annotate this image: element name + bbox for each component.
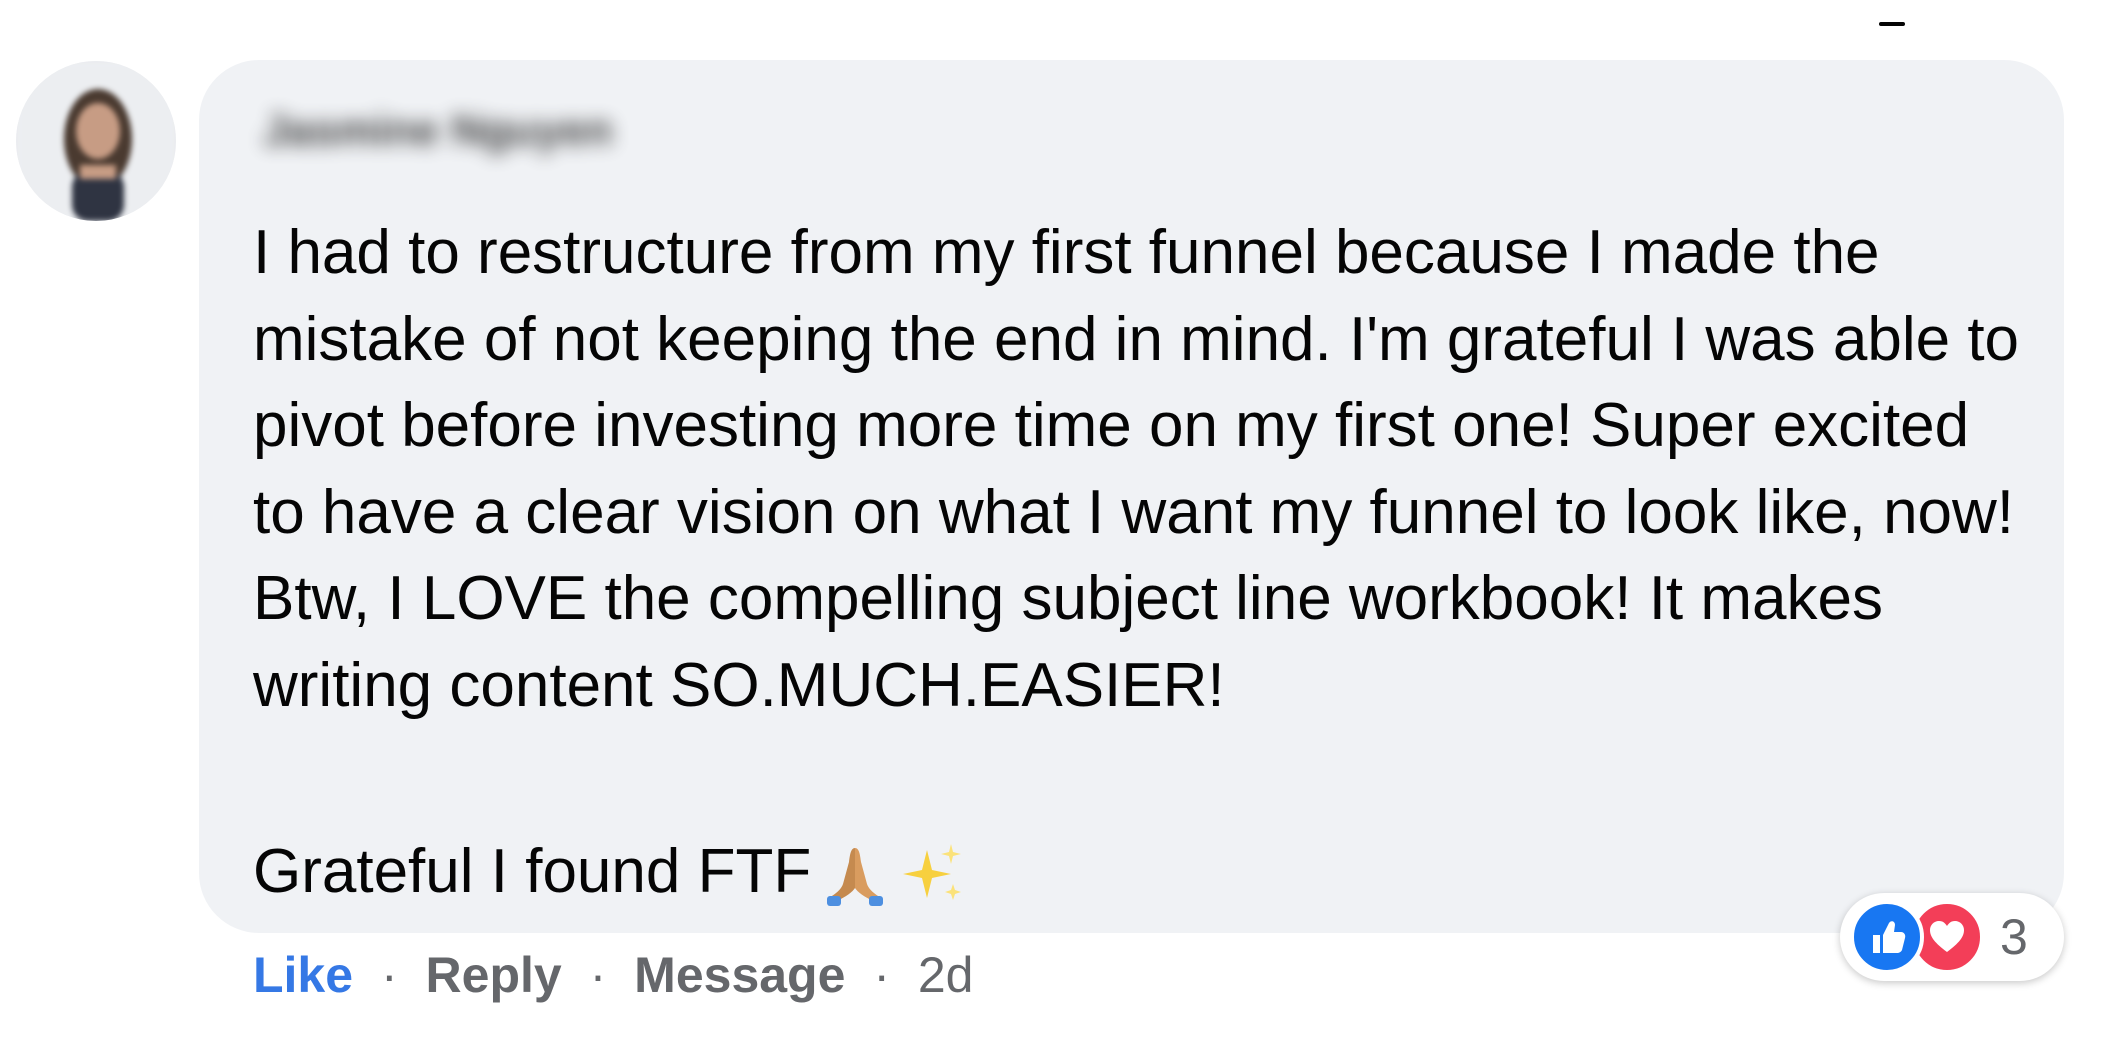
like-button[interactable]: Like [253,947,353,1003]
sparkles-icon [899,840,967,908]
separator: · [589,947,607,1003]
reactions-summary[interactable]: 3 [1840,893,2064,981]
timestamp[interactable]: 2d [918,947,974,1003]
collapse-dash [1879,22,1905,26]
message-button[interactable]: Message [634,947,845,1003]
comment-actions: Like · Reply · Message · 2d [253,945,974,1005]
comment-closing-text: Grateful I found FTF [253,837,812,906]
comment-body-closing: Grateful I found FTF [253,829,967,916]
avatar-image [16,61,176,221]
comment-bubble: Jasmine Nguyen I had to restructure from… [199,60,2064,933]
reaction-count: 3 [2000,909,2028,965]
folded-hands-icon [821,840,889,908]
like-reaction-icon [1850,900,1924,974]
comment-body: I had to restructure from my first funne… [253,218,2020,720]
reply-button[interactable]: Reply [426,947,562,1003]
avatar[interactable] [16,61,176,221]
separator: · [380,947,398,1003]
separator: · [873,947,890,1003]
comment-author[interactable]: Jasmine Nguyen [263,106,613,156]
